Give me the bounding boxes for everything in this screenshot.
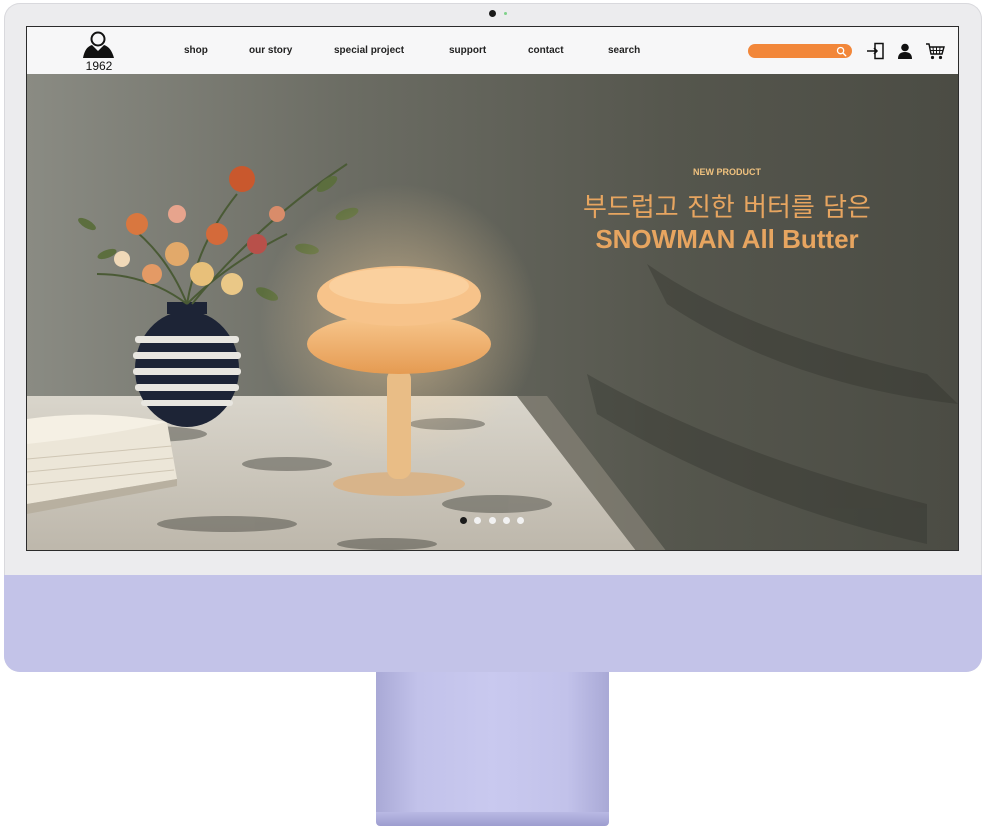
navbar: 1962 shop our story special project supp…	[27, 27, 958, 74]
screen: 1962 shop our story special project supp…	[26, 26, 959, 551]
brand-logo-icon	[83, 31, 114, 58]
search-icon[interactable]	[836, 46, 847, 57]
search-bar[interactable]	[748, 44, 852, 58]
user-icon[interactable]	[895, 42, 915, 60]
nav-support[interactable]: support	[449, 45, 486, 56]
carousel-dot-5[interactable]	[517, 517, 524, 524]
hero-title-korean: 부드럽고 진한 버터를 담은	[583, 193, 871, 223]
search-input[interactable]	[756, 44, 832, 58]
monitor-stand-foot	[376, 812, 609, 826]
carousel-dot-4[interactable]	[503, 517, 510, 524]
camera-indicator-icon	[504, 12, 507, 15]
hero-kicker: NEW PRODUCT	[693, 167, 761, 177]
hero-photo	[27, 74, 958, 550]
login-icon[interactable]	[866, 42, 886, 60]
nav-shop[interactable]: shop	[184, 45, 208, 56]
hero-banner: NEW PRODUCT 부드럽고 진한 버터를 담은 SNOWMAN All B…	[27, 74, 958, 550]
nav-search[interactable]: search	[608, 45, 640, 56]
carousel-dot-2[interactable]	[474, 517, 481, 524]
camera-icon	[489, 10, 496, 17]
nav-our-story[interactable]: our story	[249, 45, 292, 56]
nav-contact[interactable]: contact	[528, 45, 564, 56]
brand-logo[interactable]: 1962	[79, 31, 119, 73]
brand-logo-text: 1962	[85, 59, 113, 73]
carousel-dot-1[interactable]	[460, 517, 467, 524]
nav-special-project[interactable]: special project	[334, 45, 404, 56]
monitor-chin	[4, 575, 982, 672]
hero-title-english: SNOWMAN All Butter	[595, 224, 859, 254]
carousel-dot-3[interactable]	[489, 517, 496, 524]
monitor-stand	[376, 672, 609, 820]
cart-icon[interactable]	[925, 42, 945, 60]
